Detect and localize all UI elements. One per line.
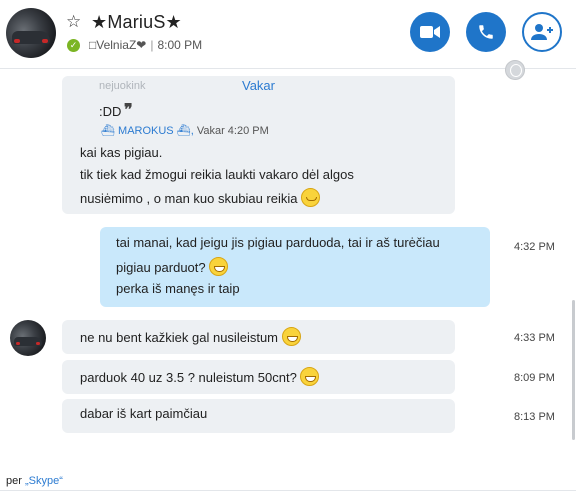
contact-name: ★MariuS★ [91,12,182,32]
video-camera-icon [420,26,440,38]
footer-attribution: per „Skype“ [6,475,63,487]
message-text-with-emoji: nusiėmimo , o man kuo skubiau reikia [80,188,321,207]
scrollbar[interactable] [572,300,575,440]
video-call-button[interactable] [410,12,450,52]
message-text: tik tiek kad žmogui reikia laukti vakaro… [80,167,354,182]
message-text-with-emoji: pigiau parduot? [116,257,229,276]
last-seen: 8:00 PM [157,38,203,52]
contact-avatar[interactable] [6,8,56,58]
sender-avatar[interactable] [10,320,46,356]
skype-ship-icon: ⛴ [176,125,191,137]
add-person-icon [531,24,553,40]
message-text: perka iš manęs ir taip [116,281,240,296]
skype-link[interactable]: „Skype“ [25,475,63,487]
message-text: tai manai, kad jeigu jis pigiau parduoda… [116,235,440,250]
message-time: 8:13 PM [514,411,555,423]
laugh-emoji-icon [300,367,320,386]
divider [0,490,576,491]
message-text-with-emoji: parduok 40 uz 3.5 ? nuleistum 50cnt? [80,367,320,386]
message-time: 8:09 PM [514,372,555,384]
quote-text: :DD [99,104,122,119]
globe-icon[interactable] [505,60,525,80]
message-time: 4:32 PM [514,241,555,253]
quote-mark-icon: ❞ [124,102,133,119]
date-separator: Vakar [242,78,275,93]
laugh-emoji-icon [209,257,229,276]
contact-mood: □VelniaZ❤ [89,38,147,52]
message-text-with-emoji: ne nu bent kažkiek gal nusileistum [80,327,301,346]
message-text: dabar iš kart paimčiau [80,406,208,421]
skype-ship-icon: ⛴ [101,125,115,137]
quote-author: MAROKUS [118,125,174,137]
message-text: kai kas pigiau. [80,145,163,160]
laugh-emoji-icon [281,327,301,346]
add-people-button[interactable] [522,12,562,52]
smile-emoji-icon [301,188,321,207]
message-time: 4:33 PM [514,332,555,344]
quote-time: Vakar 4:20 PM [196,125,269,137]
online-status-icon: ✓ [67,39,80,52]
favorite-star-icon[interactable]: ☆ [66,12,81,32]
quote-meta: ⛴ MAROKUS ⛴, Vakar 4:20 PM [101,125,269,137]
audio-call-button[interactable] [466,12,506,52]
contact-subline: □VelniaZ❤ | 8:00 PM [89,38,203,52]
chat-header: ☆ ★MariuS★ ✓ □VelniaZ❤ | 8:00 PM [0,0,576,69]
phone-icon [479,25,493,39]
